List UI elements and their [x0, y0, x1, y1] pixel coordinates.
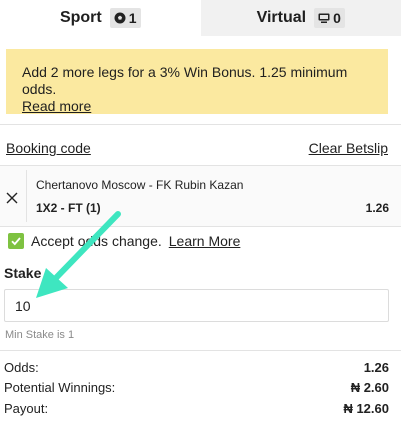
booking-code-link[interactable]: Booking code — [6, 140, 91, 156]
sport-count: 1 — [128, 10, 137, 26]
close-icon[interactable] — [4, 190, 20, 206]
potential-winnings-label: Potential Winnings: — [4, 380, 116, 395]
clear-betslip-link[interactable]: Clear Betslip — [309, 140, 388, 156]
stake-input[interactable] — [4, 289, 389, 322]
accept-odds-label: Accept odds change. — [31, 233, 162, 249]
summary-payout-row: Payout: ₦ 12.60 — [4, 401, 389, 416]
virtual-screen-icon — [318, 13, 330, 23]
read-more-link[interactable]: Read more — [22, 98, 91, 115]
payout-value: ₦ 12.60 — [343, 401, 389, 416]
win-bonus-banner: Add 2 more legs for a 3% Win Bonus. 1.25… — [6, 49, 388, 114]
summary-odds-row: Odds: 1.26 — [4, 360, 389, 375]
betslip-content: Add 2 more legs for a 3% Win Bonus. 1.25… — [0, 36, 401, 430]
betslip-tabs: Sport 1 Virtual 0 — [0, 0, 401, 36]
odds-value: 1.26 — [363, 360, 389, 375]
checkmark-icon — [11, 237, 21, 246]
bet-market: 1X2 - FT (1) — [36, 201, 101, 215]
win-bonus-message: Add 2 more legs for a 3% Win Bonus. 1.25… — [22, 64, 348, 97]
tab-sport[interactable]: Sport 1 — [0, 0, 201, 36]
match-name: Chertanovo Moscow - FK Rubin Kazan — [36, 178, 244, 192]
summary-winnings-row: Potential Winnings: ₦ 2.60 — [4, 380, 389, 395]
tab-virtual-label: Virtual — [256, 9, 307, 26]
divider — [26, 170, 27, 222]
accept-odds-checkbox[interactable] — [8, 233, 24, 249]
sport-count-badge: 1 — [109, 8, 141, 28]
stake-label: Stake — [4, 265, 42, 281]
bet-selection: Chertanovo Moscow - FK Rubin Kazan 1X2 -… — [0, 166, 401, 226]
learn-more-link[interactable]: Learn More — [169, 233, 241, 249]
divider — [0, 226, 401, 227]
odds-label: Odds: — [4, 360, 39, 375]
bet-odds: 1.26 — [365, 201, 389, 215]
soccer-ball-icon — [114, 12, 126, 24]
tab-sport-label: Sport — [59, 9, 102, 26]
divider — [0, 350, 401, 351]
potential-winnings-value: ₦ 2.60 — [350, 380, 389, 395]
betslip-actions: Booking code Clear Betslip — [6, 140, 388, 156]
divider — [0, 124, 401, 125]
virtual-count-badge: 0 — [314, 8, 345, 28]
payout-label: Payout: — [4, 401, 49, 416]
min-stake-hint: Min Stake is 1 — [5, 329, 75, 341]
accept-odds-change: Accept odds change. Learn More — [8, 233, 240, 249]
virtual-count: 0 — [333, 10, 341, 26]
tab-virtual[interactable]: Virtual 0 — [201, 0, 401, 36]
